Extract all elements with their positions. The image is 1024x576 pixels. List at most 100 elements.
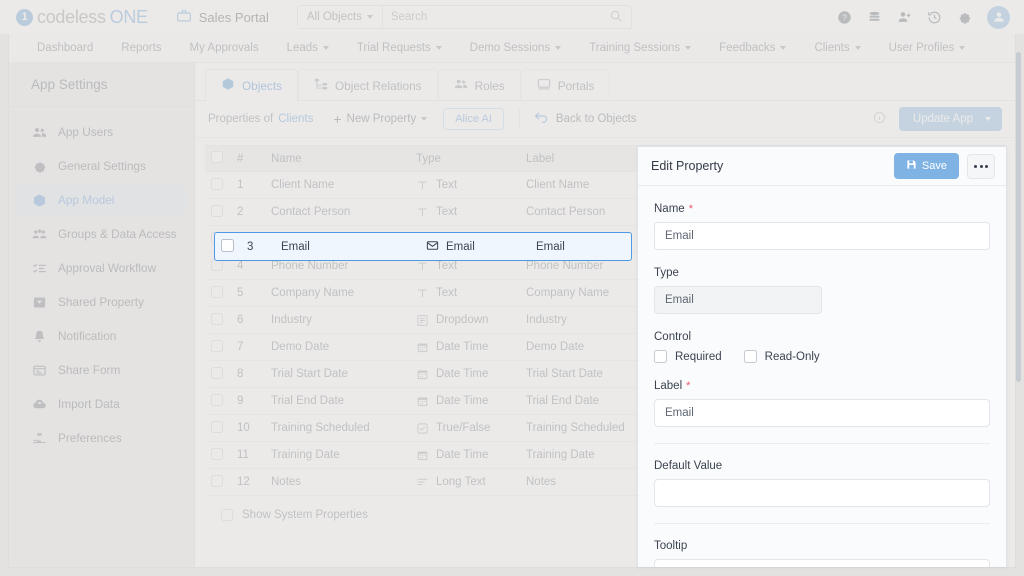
checkbox-icon[interactable] bbox=[211, 393, 223, 406]
tab-roles[interactable]: Roles bbox=[437, 69, 521, 101]
name-input[interactable]: Email bbox=[654, 222, 990, 250]
chevron-down-icon bbox=[685, 46, 692, 50]
row-checkbox-cell[interactable] bbox=[205, 279, 231, 307]
nav-label: Demo Sessions bbox=[469, 42, 551, 54]
label-input[interactable]: Email bbox=[654, 399, 990, 427]
nav-item-user-profiles[interactable]: User Profiles bbox=[875, 34, 980, 62]
row-name: Client Name bbox=[265, 171, 410, 199]
checkbox-icon[interactable] bbox=[211, 285, 223, 298]
text-icon bbox=[416, 260, 429, 273]
add-user-icon[interactable] bbox=[897, 10, 912, 25]
help-icon[interactable]: ? bbox=[837, 10, 852, 25]
tab-object-relations[interactable]: Object Relations bbox=[298, 69, 438, 101]
nav-item-feedbacks[interactable]: Feedbacks bbox=[705, 34, 800, 62]
app-logo[interactable]: 1 codeless ONE bbox=[16, 7, 148, 28]
field-tooltip: Tooltip Email bbox=[654, 523, 990, 567]
edit-property-panel: Edit Property Save Name * Email Type Ema… bbox=[637, 146, 1007, 567]
app-root: 1 codeless ONE Sales Portal All Objects S… bbox=[0, 0, 1024, 576]
save-button[interactable]: Save bbox=[893, 153, 959, 179]
nav-item-leads[interactable]: Leads bbox=[273, 34, 343, 62]
row-number: 9 bbox=[231, 387, 265, 415]
new-property-button[interactable]: + New Property bbox=[333, 112, 428, 126]
back-to-objects-button[interactable]: Back to Objects bbox=[534, 111, 636, 127]
briefcase-icon bbox=[176, 8, 192, 27]
sidebar-item-groups-data-access[interactable]: Groups & Data Access bbox=[17, 217, 186, 251]
tab-objects[interactable]: Objects bbox=[205, 69, 298, 101]
object-tabs: Objects Object Relations Roles Portals bbox=[195, 63, 1015, 101]
nav-item-demo-sessions[interactable]: Demo Sessions bbox=[456, 34, 576, 62]
portal-selector[interactable]: Sales Portal bbox=[176, 8, 269, 27]
row-type-label: Dropdown bbox=[436, 314, 489, 326]
avatar[interactable] bbox=[987, 5, 1010, 29]
checkbox-icon[interactable] bbox=[211, 177, 223, 190]
checkbox-icon[interactable] bbox=[211, 366, 223, 379]
row-type-label: Date Time bbox=[436, 368, 489, 380]
nav-item-clients[interactable]: Clients bbox=[800, 34, 874, 62]
sidebar-item-label: App Users bbox=[58, 125, 114, 139]
default-value-input[interactable] bbox=[654, 479, 990, 507]
checkbox-icon[interactable] bbox=[221, 509, 233, 521]
tab-portals[interactable]: Portals bbox=[520, 69, 611, 101]
nav-item-reports[interactable]: Reports bbox=[107, 34, 175, 62]
checkbox-icon[interactable] bbox=[211, 312, 223, 325]
search-bar[interactable]: All Objects Search bbox=[296, 5, 632, 29]
database-icon[interactable] bbox=[867, 10, 882, 25]
row-checkbox-cell[interactable] bbox=[205, 333, 231, 361]
checkbox-icon[interactable] bbox=[743, 350, 757, 363]
sidebar-item-notification[interactable]: Notification bbox=[17, 319, 186, 353]
more-options-button[interactable] bbox=[967, 153, 995, 179]
checkbox-icon[interactable] bbox=[211, 339, 223, 352]
checkbox-icon[interactable] bbox=[654, 350, 667, 363]
tab-label: Portals bbox=[557, 78, 595, 93]
sidebar-item-general-settings[interactable]: General Settings bbox=[17, 149, 186, 183]
sidebar-item-preferences[interactable]: Preferences bbox=[17, 421, 186, 455]
update-app-button[interactable]: Update App bbox=[898, 107, 1002, 131]
header-number[interactable]: # bbox=[231, 145, 265, 172]
checkbox-icon[interactable] bbox=[211, 151, 223, 163]
gear-icon[interactable] bbox=[957, 10, 972, 25]
row-checkbox-cell[interactable] bbox=[205, 198, 231, 226]
row-checkbox-cell[interactable] bbox=[205, 441, 231, 469]
checkbox-icon[interactable] bbox=[221, 238, 234, 252]
calendar-icon bbox=[416, 341, 429, 354]
search-input[interactable]: Search bbox=[383, 9, 631, 26]
info-icon[interactable] bbox=[873, 111, 886, 127]
row-checkbox-cell[interactable] bbox=[215, 238, 241, 255]
control-options: Required Read-Only bbox=[654, 350, 990, 363]
history-icon[interactable] bbox=[927, 10, 942, 25]
scope-dropdown[interactable]: All Objects bbox=[298, 6, 383, 28]
header-select-all[interactable] bbox=[205, 145, 231, 172]
sidebar-item-shared-property[interactable]: Shared Property bbox=[17, 285, 186, 319]
row-checkbox-cell[interactable] bbox=[205, 414, 231, 442]
checkbox-icon[interactable] bbox=[211, 420, 223, 433]
sidebar-item-app-model[interactable]: App Model bbox=[17, 183, 186, 217]
header-name[interactable]: Name bbox=[265, 145, 410, 172]
checkbox-icon[interactable] bbox=[211, 447, 223, 460]
readonly-checkbox-option[interactable]: Read-Only bbox=[743, 350, 820, 363]
header-type[interactable]: Type bbox=[410, 145, 520, 172]
nav-item-dashboard[interactable]: Dashboard bbox=[23, 34, 107, 62]
nav-item-trial-requests[interactable]: Trial Requests bbox=[343, 34, 456, 62]
sidebar-item-app-users[interactable]: App Users bbox=[17, 115, 186, 149]
panel-scrollbar[interactable] bbox=[1016, 52, 1021, 382]
hand-heart-icon bbox=[31, 431, 47, 446]
row-checkbox-cell[interactable] bbox=[205, 468, 231, 496]
checkbox-icon[interactable] bbox=[211, 474, 223, 487]
sidebar-item-import-data[interactable]: Import Data bbox=[17, 387, 186, 421]
row-checkbox-cell[interactable] bbox=[205, 387, 231, 415]
tooltip-input[interactable]: Email bbox=[654, 559, 990, 567]
selected-property-row[interactable]: 3 Email Email Email bbox=[214, 232, 632, 261]
row-number: 6 bbox=[231, 306, 265, 334]
row-checkbox-cell[interactable] bbox=[205, 306, 231, 334]
nav-item-training-sessions[interactable]: Training Sessions bbox=[575, 34, 705, 62]
required-checkbox-option[interactable]: Required bbox=[654, 350, 722, 363]
row-checkbox-cell[interactable] bbox=[205, 171, 231, 199]
alice-ai-button[interactable]: Alice AI bbox=[443, 108, 504, 130]
chevron-down-icon bbox=[366, 15, 373, 19]
row-checkbox-cell[interactable] bbox=[205, 360, 231, 388]
sidebar-item-share-form[interactable]: Share Form bbox=[17, 353, 186, 387]
nav-item-my-approvals[interactable]: My Approvals bbox=[176, 34, 273, 62]
sidebar-item-approval-workflow[interactable]: Approval Workflow bbox=[17, 251, 186, 285]
object-name-link[interactable]: Clients bbox=[278, 113, 313, 125]
checkbox-icon[interactable] bbox=[211, 204, 223, 217]
